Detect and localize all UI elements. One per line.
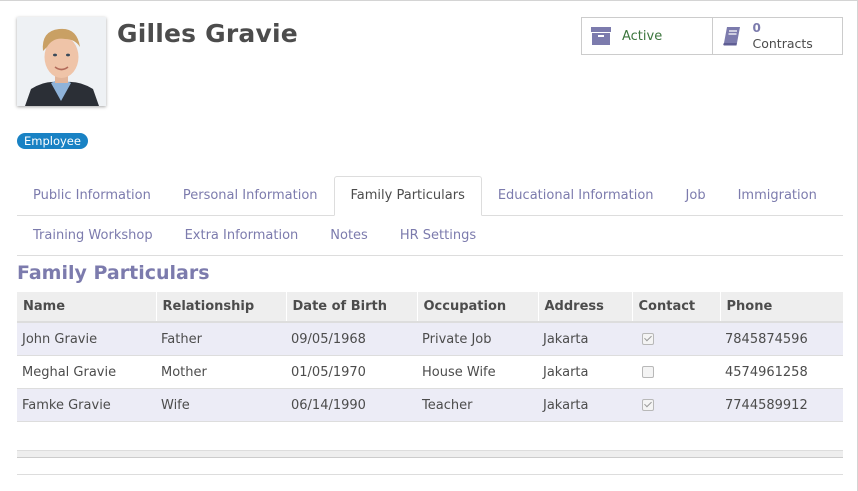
table-row[interactable]: Meghal Gravie Mother 01/05/1970 House Wi… <box>17 355 843 389</box>
employee-name: Gilles Gravie <box>117 19 298 48</box>
tab-row-1: Public Information Personal Information … <box>17 176 843 216</box>
cell-address: Jakarta <box>538 321 632 356</box>
cell-date-of-birth: 09/05/1968 <box>286 321 417 356</box>
tab-extra-information[interactable]: Extra Information <box>169 216 315 255</box>
cell-relationship: Wife <box>156 388 286 422</box>
cell-date-of-birth: 01/05/1970 <box>286 355 417 389</box>
column-header-contact[interactable]: Contact <box>631 292 720 323</box>
employee-avatar[interactable] <box>17 17 106 106</box>
table-row[interactable]: John Gravie Father 09/05/1968 Private Jo… <box>17 321 843 356</box>
tab-hr-settings[interactable]: HR Settings <box>384 216 492 255</box>
cell-contact <box>632 355 720 389</box>
notebook-tabs: Public Information Personal Information … <box>17 176 843 256</box>
contracts-count: 0 <box>752 21 761 35</box>
section-title: Family Particulars <box>17 262 210 284</box>
employee-photo <box>17 17 106 106</box>
tab-educational-information[interactable]: Educational Information <box>482 176 670 215</box>
column-header-address[interactable]: Address <box>537 292 632 323</box>
employee-tag-badge[interactable]: Employee <box>17 133 88 149</box>
window-top-border <box>0 0 858 1</box>
cell-phone: 4574961258 <box>720 355 843 389</box>
contact-checkbox[interactable] <box>642 366 654 378</box>
cell-address: Jakarta <box>538 355 632 389</box>
cell-occupation: Teacher <box>417 388 538 422</box>
table-footer-bar <box>17 450 843 458</box>
contracts-button[interactable]: 0 Contracts <box>711 18 843 54</box>
contracts-stat: 0 Contracts <box>753 21 813 51</box>
tab-personal-information[interactable]: Personal Information <box>167 176 334 215</box>
column-header-name[interactable]: Name <box>17 292 156 323</box>
form-bottom-divider <box>17 474 843 475</box>
table-header-row: Name Relationship Date of Birth Occupati… <box>17 292 843 323</box>
column-header-occupation[interactable]: Occupation <box>416 292 538 323</box>
cell-address: Jakarta <box>538 388 632 422</box>
tab-notes[interactable]: Notes <box>314 216 384 255</box>
cell-name: Meghal Gravie <box>17 355 156 389</box>
contracts-label: Contracts <box>752 36 813 51</box>
active-toggle-button[interactable]: Active <box>582 18 712 54</box>
cell-name: Famke Gravie <box>17 388 156 422</box>
table-row[interactable]: Famke Gravie Wife 06/14/1990 Teacher Jak… <box>17 388 843 422</box>
tab-training-workshop[interactable]: Training Workshop <box>17 216 169 255</box>
cell-relationship: Mother <box>156 355 286 389</box>
contact-checkbox[interactable] <box>642 399 654 411</box>
tab-public-information[interactable]: Public Information <box>17 176 167 215</box>
active-label: Active <box>622 28 663 44</box>
column-header-phone[interactable]: Phone <box>719 292 843 323</box>
cell-contact <box>632 388 720 422</box>
column-header-date-of-birth[interactable]: Date of Birth <box>285 292 417 323</box>
cell-occupation: Private Job <box>417 321 538 356</box>
cell-name: John Gravie <box>17 321 156 356</box>
tab-job[interactable]: Job <box>670 176 722 215</box>
cell-phone: 7845874596 <box>720 321 843 356</box>
smart-buttons: Active 0 Contracts <box>581 17 843 55</box>
cell-phone: 7744589912 <box>720 388 843 422</box>
tab-row-2: Training Workshop Extra Information Note… <box>17 216 843 256</box>
cell-contact <box>632 321 720 356</box>
cell-occupation: House Wife <box>417 355 538 389</box>
cell-relationship: Father <box>156 321 286 356</box>
family-table: Name Relationship Date of Birth Occupati… <box>17 292 843 422</box>
tab-family-particulars[interactable]: Family Particulars <box>333 176 482 216</box>
cell-date-of-birth: 06/14/1990 <box>286 388 417 422</box>
archive-box-icon <box>590 25 612 47</box>
book-icon <box>721 25 743 47</box>
contact-checkbox[interactable] <box>642 333 654 345</box>
tab-immigration[interactable]: Immigration <box>722 176 833 215</box>
column-header-relationship[interactable]: Relationship <box>155 292 286 323</box>
